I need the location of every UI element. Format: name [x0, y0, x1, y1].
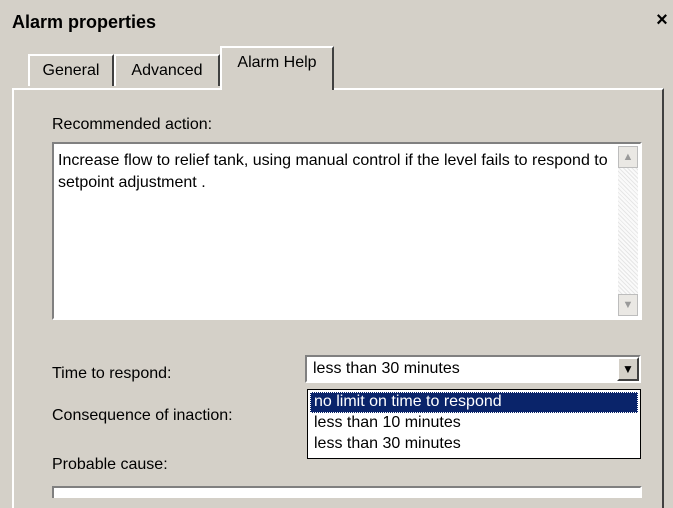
- dropdown-option-10-minutes[interactable]: less than 10 minutes: [310, 413, 638, 434]
- time-to-respond-select[interactable]: less than 30 minutes ▼: [305, 355, 641, 383]
- chevron-down-icon[interactable]: ▼: [617, 357, 639, 381]
- title-bar: Alarm properties ×: [0, 0, 673, 42]
- recommended-action-textarea[interactable]: Increase flow to relief tank, using manu…: [52, 142, 642, 320]
- time-to-respond-value: less than 30 minutes: [313, 360, 460, 377]
- time-to-respond-dropdown: no limit on time to respond less than 10…: [307, 389, 641, 459]
- close-icon[interactable]: ×: [652, 9, 672, 31]
- probable-cause-textarea[interactable]: [52, 486, 642, 498]
- vertical-scrollbar[interactable]: ▲ ▼: [618, 146, 638, 316]
- time-to-respond-label: Time to respond:: [52, 365, 172, 382]
- recommended-action-label: Recommended action:: [52, 116, 213, 133]
- probable-cause-label: Probable cause:: [52, 456, 168, 473]
- tab-alarm-help[interactable]: Alarm Help: [220, 46, 334, 90]
- dropdown-option-30-minutes[interactable]: less than 30 minutes: [310, 434, 638, 455]
- tab-advanced[interactable]: Advanced: [114, 54, 220, 86]
- scroll-down-icon[interactable]: ▼: [618, 294, 638, 316]
- tab-general[interactable]: General: [28, 54, 114, 86]
- scroll-up-icon[interactable]: ▲: [618, 146, 638, 168]
- dropdown-option-no-limit[interactable]: no limit on time to respond: [310, 392, 638, 413]
- consequence-label: Consequence of inaction:: [52, 407, 233, 424]
- recommended-action-text: Increase flow to relief tank, using manu…: [58, 152, 608, 191]
- window-title: Alarm properties: [12, 12, 157, 32]
